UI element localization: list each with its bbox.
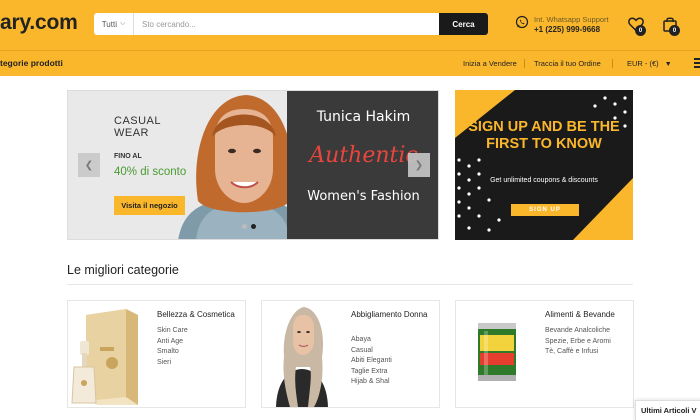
nav-link-start-selling[interactable]: Inizia a Vendere <box>463 59 517 68</box>
nav-divider <box>524 59 525 68</box>
subcategory-link[interactable]: Skin Care <box>157 326 188 337</box>
subcategory-link[interactable]: Taglie Extra <box>351 367 392 378</box>
subcategory-link[interactable]: Spezie, Erbe e Aromi <box>545 337 611 348</box>
hero-upto-label: FINO AL <box>114 153 142 160</box>
currency-label: EUR - (€) <box>627 59 659 68</box>
cart-count-badge: 0 <box>669 25 680 36</box>
hijab-model-image <box>262 301 342 407</box>
section-divider <box>67 284 633 285</box>
category-card-women-clothing[interactable]: Abbigliamento Donna Abaya Casual Abiti E… <box>261 300 440 408</box>
subcategory-link[interactable]: Abiti Eleganti <box>351 356 392 367</box>
site-logo[interactable]: ary.com <box>0 11 78 35</box>
hero-tagline: Women's Fashion <box>307 189 420 204</box>
hero-brand: Tunica Hakim <box>316 109 411 125</box>
caret-down-icon: ▼ <box>664 61 672 68</box>
subcategory-link[interactable]: Sieri <box>157 358 188 369</box>
currency-select[interactable]: EUR - (€) ▼ <box>627 59 672 68</box>
category-title[interactable]: Bellezza & Cosmetica <box>157 310 245 320</box>
chevron-right-icon[interactable]: ❯ <box>408 153 430 177</box>
subcategory-link[interactable]: Abaya <box>351 335 392 346</box>
signup-button[interactable]: SIGN UP <box>511 204 579 216</box>
slider-dot-active[interactable] <box>251 224 256 229</box>
support-label: Int. Whatsapp Support <box>534 15 609 24</box>
whatsapp-support[interactable]: Int. Whatsapp Support +1 (225) 999-9668 <box>534 15 609 35</box>
wishlist-count-badge: 0 <box>635 25 646 36</box>
support-phone: +1 (225) 999-9668 <box>534 25 601 34</box>
hero-slider[interactable]: CASUAL WEAR FINO AL 40% di sconto Visita… <box>67 90 439 240</box>
cosmetics-product-image <box>68 301 148 407</box>
subcategory-list: Skin Care Anti Age Smalto Sieri <box>157 326 188 368</box>
hero-title: CASUAL WEAR <box>114 115 161 139</box>
category-title[interactable]: Abbigliamento Donna <box>351 310 439 320</box>
subcategory-link[interactable]: Smalto <box>157 347 188 358</box>
subcategory-link[interactable]: Casual <box>351 346 392 357</box>
signup-promo-banner[interactable]: SIGN UP AND BE THE FIRST TO KNOW Get unl… <box>455 90 633 240</box>
section-title: Le migliori categorie <box>67 263 179 277</box>
nav-bar: tegorie prodotti Inizia a Vendere Tracci… <box>0 50 700 76</box>
subcategory-list: Bevande Analcoliche Spezie, Erbe e Aromi… <box>545 326 611 358</box>
promo-background-art <box>455 90 633 240</box>
nav-link-track-order[interactable]: Traccia il tuo Ordine <box>534 59 601 68</box>
promo-headline: SIGN UP AND BE THE FIRST TO KNOW <box>468 119 620 152</box>
search-input[interactable] <box>134 13 439 35</box>
subcategory-link[interactable]: Bevande Analcoliche <box>545 326 611 337</box>
search-category-select[interactable]: Tutti ⌵ <box>94 13 134 35</box>
menu-icon[interactable] <box>694 58 700 69</box>
search-button[interactable]: Cerca <box>439 13 488 35</box>
hero-discount: 40% di sconto <box>114 166 187 178</box>
search-category-label: Tutti <box>101 19 117 29</box>
nav-divider <box>612 59 613 68</box>
category-title[interactable]: Alimenti & Bevande <box>545 310 633 320</box>
slider-dot[interactable] <box>242 224 247 229</box>
slider-dots <box>242 224 256 229</box>
whatsapp-icon[interactable] <box>515 15 529 29</box>
categories-menu[interactable]: tegorie prodotti <box>0 58 63 68</box>
subcategory-link[interactable]: Tè, Caffè e Infusi <box>545 347 611 358</box>
promo-subtext: Get unlimited coupons & discounts <box>490 177 598 184</box>
header: ary.com Tutti ⌵ Cerca Int. Whatsapp Supp… <box>0 0 700 50</box>
category-card-food-drinks[interactable]: Alimenti & Bevande Bevande Analcoliche S… <box>455 300 634 408</box>
recent-items-tab[interactable]: Ultimi Articoli V <box>635 400 700 420</box>
subcategory-link[interactable]: Anti Age <box>157 337 188 348</box>
search-bar: Tutti ⌵ Cerca <box>94 13 488 35</box>
subcategory-link[interactable]: Hijab & Shal <box>351 377 392 388</box>
visit-shop-button[interactable]: Visita il negozio <box>114 196 185 215</box>
drink-can-image <box>456 301 536 407</box>
chevron-down-icon: ⌵ <box>119 20 126 27</box>
chevron-left-icon[interactable]: ❮ <box>78 153 100 177</box>
category-card-beauty[interactable]: Bellezza & Cosmetica Skin Care Anti Age … <box>67 300 246 408</box>
subcategory-list: Abaya Casual Abiti Eleganti Taglie Extra… <box>351 335 392 388</box>
